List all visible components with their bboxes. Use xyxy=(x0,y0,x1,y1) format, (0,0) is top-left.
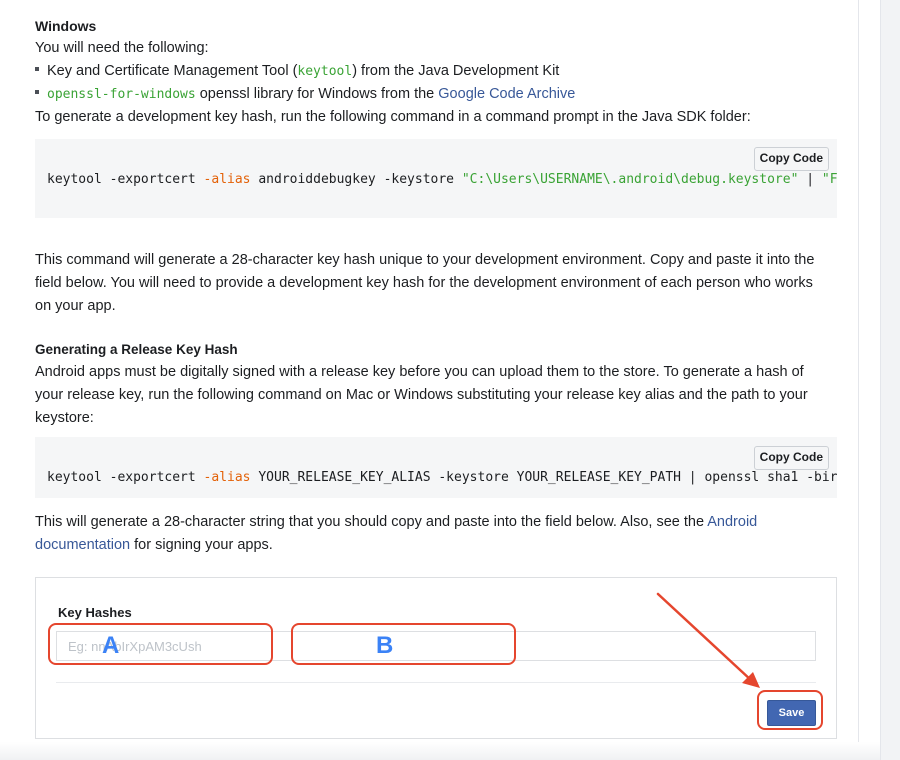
annotation-label-b: B xyxy=(376,632,394,659)
dev-hash-paragraph-line3: on your app. xyxy=(35,298,116,314)
keytool-code: keytool xyxy=(297,64,353,79)
release-string-paragraph-line2: documentation for signing your apps. xyxy=(35,537,273,553)
release-paragraph-line2: your release key, run the following comm… xyxy=(35,387,808,403)
key-hashes-label: Key Hashes xyxy=(58,605,132,620)
bullet-dot-icon xyxy=(35,90,39,95)
release-string-paragraph-line1: This will generate a 28-character string… xyxy=(35,514,758,530)
google-code-archive-link[interactable]: Google Code Archive xyxy=(438,86,575,102)
debug-command-text: keytool -exportcert -alias androiddebugk… xyxy=(47,172,837,187)
panel-divider xyxy=(56,682,816,683)
copy-code-button[interactable]: Copy Code xyxy=(753,446,829,470)
bullet-keytool: Key and Certificate Management Tool (key… xyxy=(35,60,559,83)
release-paragraph-line1: Android apps must be digitally signed wi… xyxy=(35,364,804,380)
dev-hash-paragraph-line2: field below. You will need to provide a … xyxy=(35,275,813,291)
release-paragraph-line3: keystore: xyxy=(35,410,94,426)
annotation-box-a xyxy=(48,623,273,665)
bullet-openssl: openssl-for-windows openssl library for … xyxy=(35,83,575,106)
windows-heading: Windows xyxy=(35,18,97,34)
annotation-label-a: A xyxy=(102,632,120,659)
debug-command-block: Copy Code keytool -exportcert -alias and… xyxy=(35,139,837,218)
copy-code-button[interactable]: Copy Code xyxy=(753,147,829,171)
bottom-fade xyxy=(0,742,880,760)
bullet-dot-icon xyxy=(35,67,39,72)
release-command-block: Copy Code keytool -exportcert -alias YOU… xyxy=(35,437,837,498)
dev-hash-paragraph-line1: This command will generate a 28-characte… xyxy=(35,252,815,268)
generate-dev-hash-text: To generate a development key hash, run … xyxy=(35,109,751,125)
annotation-box-b xyxy=(291,623,516,665)
openssl-code: openssl-for-windows xyxy=(47,87,196,102)
annotation-box-save xyxy=(757,690,823,730)
right-gutter xyxy=(858,0,881,760)
release-key-heading: Generating a Release Key Hash xyxy=(35,342,238,357)
android-link[interactable]: Android xyxy=(707,514,757,530)
documentation-link[interactable]: documentation xyxy=(35,537,130,553)
scrollbar-track[interactable] xyxy=(880,0,900,760)
need-following-text: You will need the following: xyxy=(35,40,209,56)
release-command-text: keytool -exportcert -alias YOUR_RELEASE_… xyxy=(47,470,837,485)
